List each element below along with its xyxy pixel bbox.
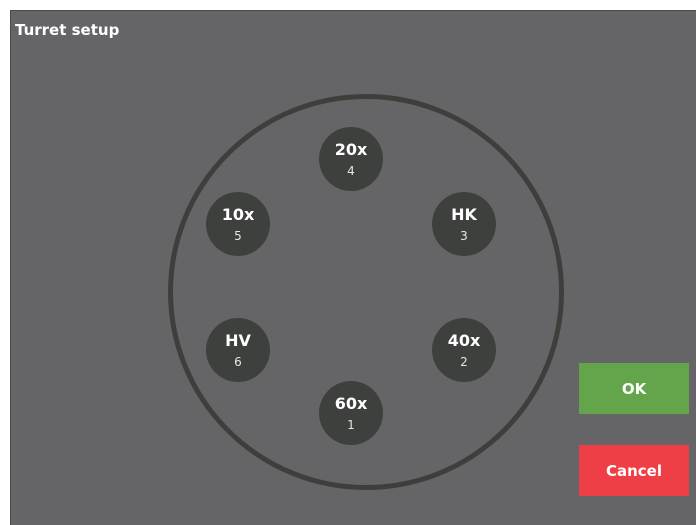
turret-slot-2[interactable]: 40x 2	[432, 318, 496, 382]
turret-slot-5[interactable]: 10x 5	[206, 192, 270, 256]
slot-position-number: 3	[460, 229, 468, 243]
slot-position-number: 4	[347, 164, 355, 178]
slot-objective-label: 40x	[447, 331, 481, 350]
slot-position-number: 6	[234, 355, 242, 369]
slot-objective-label: 10x	[221, 205, 255, 224]
slot-position-number: 2	[460, 355, 468, 369]
turret-setup-window: Turret setup 20x 4 10x 5 HK 3 HV 6 40x 2…	[10, 10, 696, 525]
turret-slot-3[interactable]: HK 3	[432, 192, 496, 256]
slot-objective-label: HV	[225, 331, 251, 350]
slot-objective-label: 20x	[334, 140, 368, 159]
cancel-button[interactable]: Cancel	[579, 445, 689, 496]
ok-button[interactable]: OK	[579, 363, 689, 414]
turret-slot-4[interactable]: 20x 4	[319, 127, 383, 191]
window-title: Turret setup	[15, 21, 120, 39]
slot-objective-label: HK	[451, 205, 477, 224]
slot-position-number: 1	[347, 418, 355, 432]
slot-position-number: 5	[234, 229, 242, 243]
turret-slot-6[interactable]: HV 6	[206, 318, 270, 382]
turret-slot-1[interactable]: 60x 1	[319, 381, 383, 445]
slot-objective-label: 60x	[334, 394, 368, 413]
